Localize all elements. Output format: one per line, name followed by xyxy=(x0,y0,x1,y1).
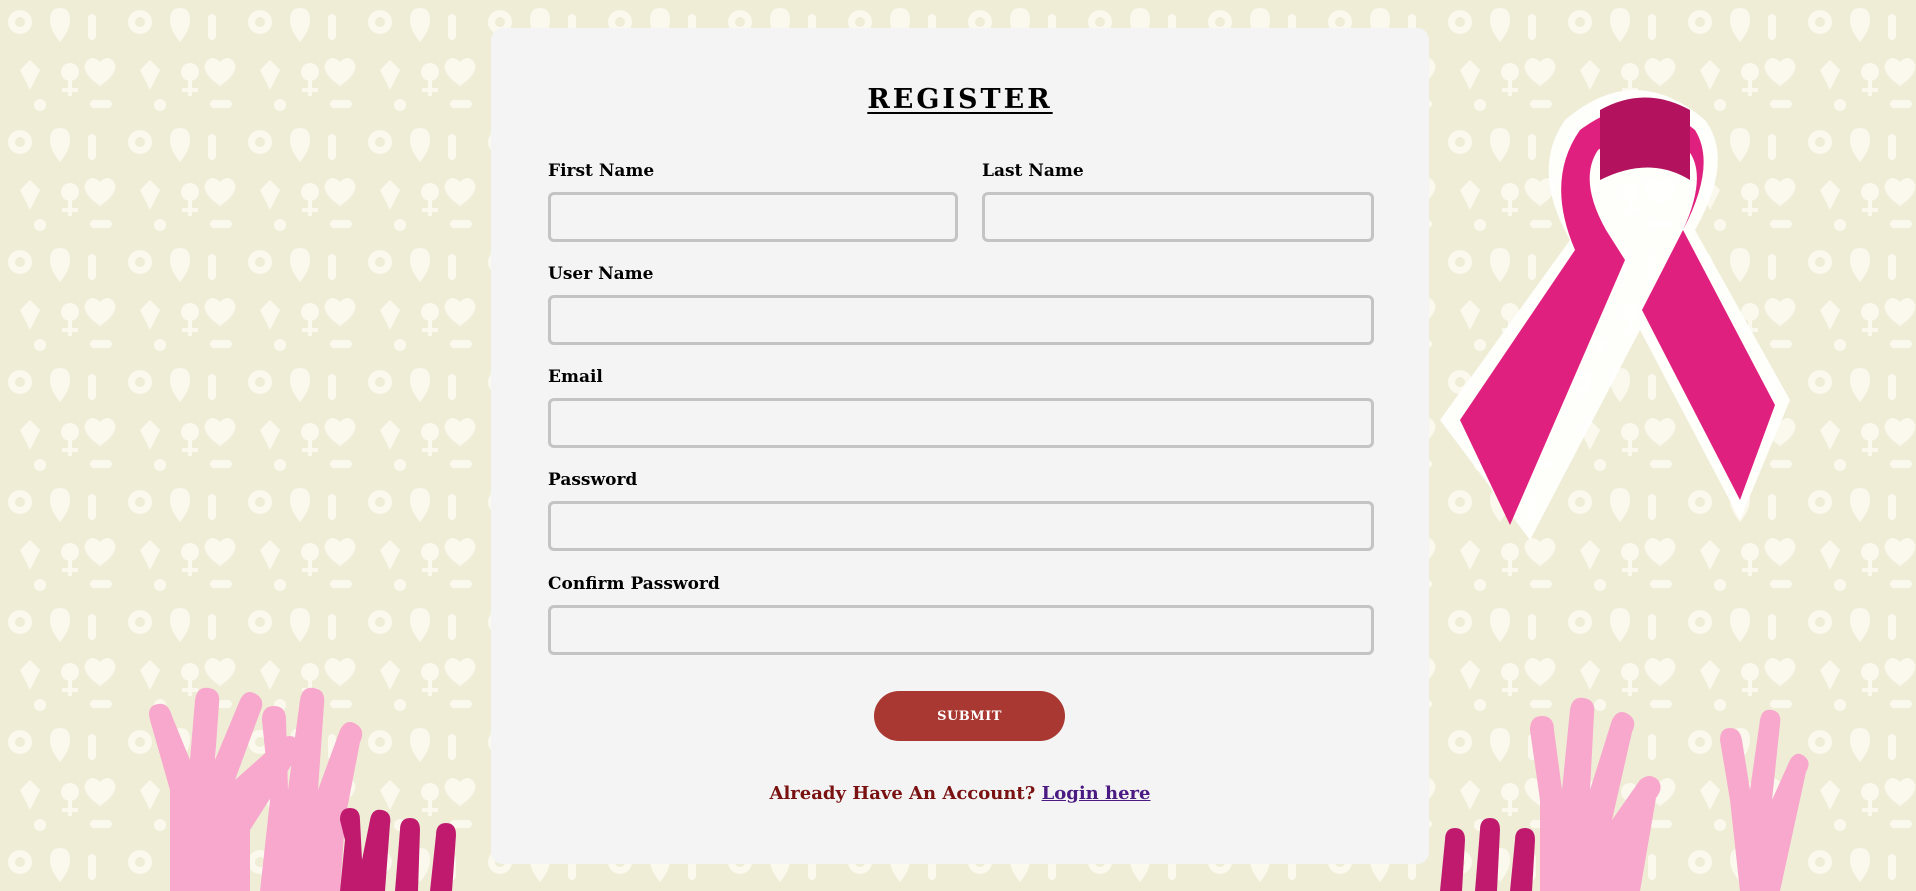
confirm-password-input[interactable] xyxy=(548,605,1374,655)
confirm-password-label: Confirm Password xyxy=(548,574,720,594)
last-name-label: Last Name xyxy=(982,161,1084,181)
password-input[interactable] xyxy=(548,501,1374,551)
login-prompt-line: Already Have An Account? Login here xyxy=(491,783,1429,804)
email-input[interactable] xyxy=(548,398,1374,448)
first-name-label: First Name xyxy=(548,161,655,181)
password-label: Password xyxy=(548,470,638,490)
submit-button[interactable]: SUBMIT xyxy=(874,691,1065,741)
register-card: REGISTER First Name Last Name User Name … xyxy=(491,28,1429,864)
first-name-input[interactable] xyxy=(548,192,958,242)
user-name-label: User Name xyxy=(548,264,654,284)
last-name-input[interactable] xyxy=(982,192,1374,242)
user-name-input[interactable] xyxy=(548,295,1374,345)
register-title: REGISTER xyxy=(867,84,1053,115)
raised-hands-right-dark xyxy=(1440,818,1535,891)
email-label: Email xyxy=(548,367,603,387)
login-link[interactable]: Login here xyxy=(1042,783,1151,804)
login-prompt-text: Already Have An Account? xyxy=(769,783,1036,804)
